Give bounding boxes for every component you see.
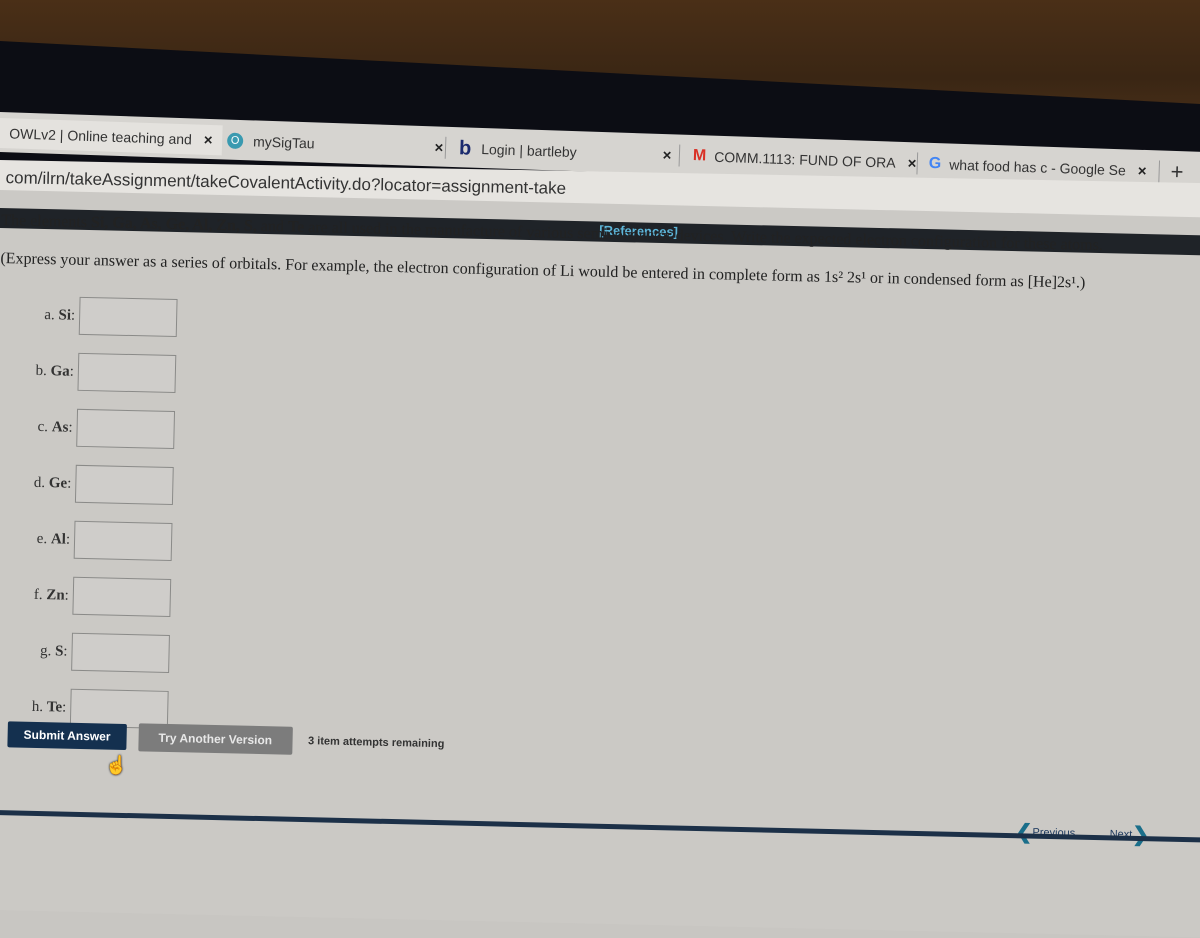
si-config-input[interactable] bbox=[78, 296, 178, 338]
zn-config-input[interactable] bbox=[72, 576, 172, 617]
chevron-right-icon: ❯ bbox=[1132, 823, 1150, 847]
next-button[interactable]: Next ❯ bbox=[1109, 821, 1150, 847]
intro-prefix: The elements bbox=[1, 212, 92, 232]
tab-google-label: what food has c - Google Se bbox=[948, 156, 1127, 179]
answer-row-ge: d. Ge: bbox=[23, 455, 174, 514]
question-instruction: (Express your answer as a series of orbi… bbox=[0, 250, 1086, 292]
answer-row-si: a. Si: bbox=[27, 287, 178, 346]
answer-row-zn: f. Zn: bbox=[20, 567, 172, 626]
answer-row-al: e. Al: bbox=[21, 511, 173, 570]
tab-separator bbox=[1158, 160, 1161, 183]
tab-mysigtau-label: mySigTau bbox=[252, 133, 315, 152]
answer-label: g. S: bbox=[39, 642, 68, 660]
tab-separator bbox=[444, 136, 447, 159]
close-icon[interactable]: × bbox=[204, 131, 213, 148]
close-icon[interactable]: × bbox=[1138, 162, 1147, 179]
answer-label: c. As: bbox=[37, 418, 73, 436]
previous-button[interactable]: ❮ Previous bbox=[1015, 819, 1075, 845]
answer-label: f. Zn: bbox=[33, 586, 70, 604]
answer-row-s: g. S: bbox=[19, 623, 170, 682]
submit-answer-button[interactable]: Submit Answer bbox=[7, 721, 127, 751]
answer-label: d. Ge: bbox=[33, 474, 72, 492]
answer-label: e. Al: bbox=[36, 530, 71, 548]
assignment-page: [References] The elements Si, Ga, As, Ge… bbox=[0, 190, 1200, 938]
tab-mysigtau[interactable]: O mySigTau × bbox=[226, 126, 444, 163]
tab-separator bbox=[916, 152, 919, 175]
sigtau-icon: O bbox=[226, 132, 244, 150]
bartleby-b-icon: b bbox=[458, 136, 472, 160]
hand-pointer-cursor-icon: ☝ bbox=[105, 755, 128, 775]
s-config-input[interactable] bbox=[71, 632, 170, 673]
intro-elements: Si, Ga, As, Ge, Al, Zn, S, bbox=[90, 214, 258, 235]
close-icon[interactable]: × bbox=[434, 139, 443, 156]
close-icon[interactable]: × bbox=[662, 146, 671, 163]
answer-row-as: c. As: bbox=[24, 399, 176, 458]
close-icon[interactable]: × bbox=[907, 155, 916, 172]
al-config-input[interactable] bbox=[73, 520, 173, 561]
answer-label: a. Si: bbox=[44, 306, 76, 324]
chevron-left-icon: ❮ bbox=[1015, 821, 1033, 844]
tab-gmail[interactable]: M COMM.1113: FUND OF ORA × bbox=[692, 141, 917, 178]
tab-bartleby[interactable]: b Login | bartleby × bbox=[459, 133, 672, 170]
answer-label: h. Te: bbox=[31, 698, 67, 716]
tab-owlv2[interactable]: OWLv2 | Online teaching and × bbox=[0, 117, 224, 156]
action-bar: Submit Answer Try Another Version 3 item… bbox=[7, 720, 445, 758]
ge-config-input[interactable] bbox=[74, 464, 174, 506]
gmail-icon: M bbox=[692, 147, 707, 165]
intro-last-element: Te bbox=[287, 218, 305, 236]
tab-bartleby-label: Login | bartleby bbox=[480, 140, 577, 161]
attempts-remaining: 3 item attempts remaining bbox=[307, 735, 445, 751]
as-config-input[interactable] bbox=[76, 408, 176, 450]
answer-label: b. Ga: bbox=[35, 362, 75, 380]
google-g-icon: G bbox=[928, 154, 942, 173]
answer-row-ga: b. Ga: bbox=[25, 343, 177, 402]
intro-and: and bbox=[256, 217, 289, 236]
answer-list: a. Si: b. Ga: c. As: d. Ge: e. Al: f. Zn… bbox=[18, 287, 178, 738]
question-intro: The elements Si, Ga, As, Ge, Al, Zn, S, … bbox=[1, 212, 1103, 255]
tab-separator bbox=[678, 144, 681, 167]
tab-gmail-label: COMM.1113: FUND OF ORA bbox=[713, 148, 896, 171]
ga-config-input[interactable] bbox=[77, 352, 177, 394]
try-another-version-button[interactable]: Try Another Version bbox=[138, 723, 293, 755]
tab-owlv2-label: OWLv2 | Online teaching and bbox=[9, 125, 193, 148]
